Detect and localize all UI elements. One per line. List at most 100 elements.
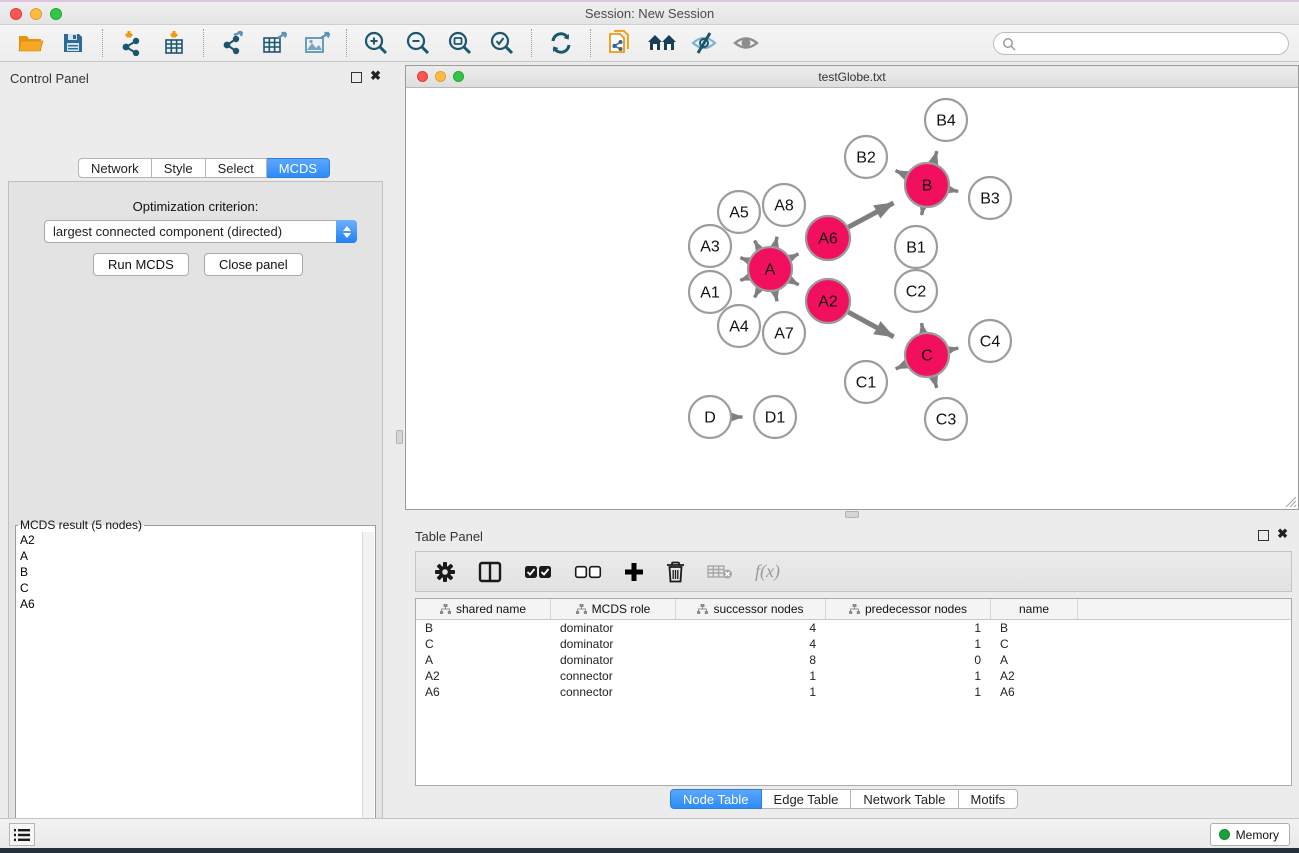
import-table-icon[interactable] xyxy=(157,28,191,58)
memory-button[interactable]: Memory xyxy=(1210,823,1290,846)
save-session-icon[interactable] xyxy=(56,28,90,58)
tab-select[interactable]: Select xyxy=(206,158,267,178)
table-cell[interactable]: connector xyxy=(551,668,676,684)
optimization-criterion-select[interactable]: largest connected component (directed) xyxy=(44,220,357,243)
network-node-A[interactable]: A xyxy=(748,247,792,291)
network-node-A1[interactable]: A1 xyxy=(689,271,731,313)
vertical-splitter-handle[interactable] xyxy=(396,430,403,444)
tab-network-table[interactable]: Network Table xyxy=(851,789,958,809)
table-cell[interactable]: 4 xyxy=(676,636,826,652)
hide-selected-icon[interactable] xyxy=(687,28,721,58)
network-node-B[interactable]: B xyxy=(905,163,949,207)
table-cell[interactable]: A6 xyxy=(416,684,551,700)
network-node-A4[interactable]: A4 xyxy=(718,305,760,347)
table-cell[interactable]: A xyxy=(991,652,1078,668)
mcds-list-scrollbar[interactable] xyxy=(362,532,374,853)
tab-network[interactable]: Network xyxy=(78,158,152,178)
table-cell[interactable]: dominator xyxy=(551,652,676,668)
create-column-icon[interactable] xyxy=(624,557,644,587)
search-input[interactable] xyxy=(1016,37,1288,51)
table-row[interactable]: Cdominator41C xyxy=(416,636,1291,652)
table-row[interactable]: Bdominator41B xyxy=(416,620,1291,636)
tab-edge-table[interactable]: Edge Table xyxy=(762,789,852,809)
new-network-from-selection-icon[interactable] xyxy=(603,28,637,58)
table-cell[interactable]: A xyxy=(416,652,551,668)
table-cell[interactable]: 8 xyxy=(676,652,826,668)
network-node-D1[interactable]: D1 xyxy=(754,396,796,438)
table-cell[interactable]: dominator xyxy=(551,620,676,636)
table-cell[interactable]: C xyxy=(416,636,551,652)
import-network-icon[interactable] xyxy=(115,28,149,58)
column-header-shared-name[interactable]: shared name xyxy=(416,599,551,619)
tab-style[interactable]: Style xyxy=(152,158,206,178)
network-window-titlebar[interactable]: testGlobe.txt xyxy=(406,66,1298,88)
table-cell[interactable]: 1 xyxy=(676,668,826,684)
network-node-C1[interactable]: C1 xyxy=(845,361,887,403)
table-cell[interactable]: 0 xyxy=(826,652,991,668)
table-cell[interactable]: A6 xyxy=(991,684,1078,700)
horizontal-splitter-handle[interactable] xyxy=(845,511,859,518)
mcds-result-list[interactable]: A2ABCA6 xyxy=(17,532,362,853)
table-cell[interactable]: 4 xyxy=(676,620,826,636)
column-header-successor-nodes[interactable]: successor nodes xyxy=(676,599,826,619)
delete-table-icon[interactable] xyxy=(707,557,733,587)
float-panel-icon[interactable] xyxy=(1258,530,1269,541)
table-settings-icon[interactable] xyxy=(434,557,456,587)
column-header-predecessor-nodes[interactable]: predecessor nodes xyxy=(826,599,991,619)
resize-grip-icon[interactable] xyxy=(1283,494,1297,508)
network-node-C[interactable]: C xyxy=(905,333,949,377)
delete-column-icon[interactable] xyxy=(666,557,685,587)
mcds-result-item[interactable]: A6 xyxy=(17,596,362,612)
deselect-all-icon[interactable] xyxy=(574,557,602,587)
table-cell[interactable]: B xyxy=(991,620,1078,636)
network-node-A3[interactable]: A3 xyxy=(689,225,731,267)
select-all-icon[interactable] xyxy=(524,557,552,587)
column-header-name[interactable]: name xyxy=(991,599,1078,619)
table-cell[interactable]: connector xyxy=(551,684,676,700)
apply-layout-icon[interactable] xyxy=(544,28,578,58)
table-cell[interactable]: B xyxy=(416,620,551,636)
network-node-D[interactable]: D xyxy=(689,396,731,438)
close-panel-icon[interactable]: ✖ xyxy=(370,69,381,83)
mcds-result-item[interactable]: A2 xyxy=(17,532,362,548)
network-node-B1[interactable]: B1 xyxy=(895,226,937,268)
network-node-A5[interactable]: A5 xyxy=(718,191,760,233)
mcds-result-item[interactable]: A xyxy=(17,548,362,564)
tab-mcds[interactable]: MCDS xyxy=(267,158,330,178)
function-builder-icon[interactable]: f(x) xyxy=(755,557,780,587)
table-cell[interactable]: 1 xyxy=(676,684,826,700)
open-session-icon[interactable] xyxy=(14,28,48,58)
table-cell[interactable]: 1 xyxy=(826,620,991,636)
table-row[interactable]: A6connector11A6 xyxy=(416,684,1291,700)
network-node-A2[interactable]: A2 xyxy=(806,279,850,323)
table-row[interactable]: Adominator80A xyxy=(416,652,1291,668)
show-all-icon[interactable] xyxy=(729,28,763,58)
tab-motifs[interactable]: Motifs xyxy=(959,789,1019,809)
run-mcds-button[interactable]: Run MCDS xyxy=(93,253,189,276)
zoom-selected-icon[interactable] xyxy=(485,28,519,58)
network-node-C3[interactable]: C3 xyxy=(925,398,967,440)
float-panel-icon[interactable] xyxy=(351,72,362,83)
network-node-A7[interactable]: A7 xyxy=(763,312,805,354)
table-cell[interactable]: 1 xyxy=(826,668,991,684)
table-cell[interactable]: 1 xyxy=(826,684,991,700)
table-cell[interactable]: A2 xyxy=(416,668,551,684)
network-canvas[interactable]: B4B2BB3A8A5A6A3B1AA1C2A2A4A7C4CC1C3DD1 xyxy=(406,88,1298,509)
zoom-fit-icon[interactable] xyxy=(443,28,477,58)
table-cell[interactable]: 1 xyxy=(826,636,991,652)
export-table-icon[interactable] xyxy=(258,28,292,58)
table-cell[interactable]: A2 xyxy=(991,668,1078,684)
close-panel-icon[interactable]: ✖ xyxy=(1277,527,1288,541)
network-node-A6[interactable]: A6 xyxy=(806,216,850,260)
network-node-A8[interactable]: A8 xyxy=(763,184,805,226)
table-row[interactable]: A2connector11A2 xyxy=(416,668,1291,684)
export-network-icon[interactable] xyxy=(216,28,250,58)
network-node-B3[interactable]: B3 xyxy=(969,177,1011,219)
network-node-B4[interactable]: B4 xyxy=(925,99,967,141)
mcds-result-item[interactable]: B xyxy=(17,564,362,580)
table-cell[interactable]: C xyxy=(991,636,1078,652)
network-node-B2[interactable]: B2 xyxy=(845,136,887,178)
network-node-C4[interactable]: C4 xyxy=(969,320,1011,362)
zoom-in-icon[interactable] xyxy=(359,28,393,58)
task-history-button[interactable] xyxy=(9,823,35,846)
